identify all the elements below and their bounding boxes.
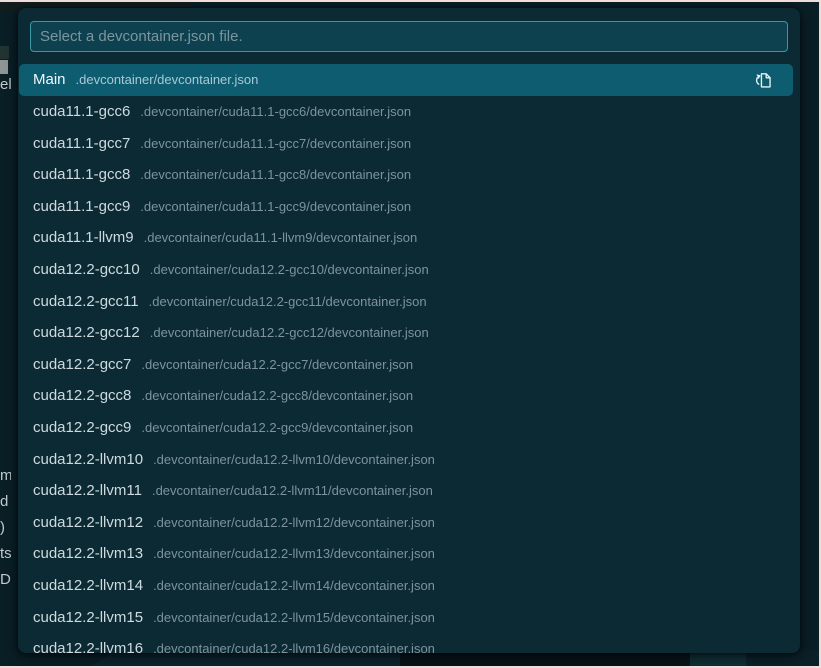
background-editor-text-fragment: D [0, 571, 11, 589]
quickpick-item-label: cuda11.1-llvm9 [33, 222, 134, 254]
quickpick-item-description: .devcontainer/cuda12.2-gcc10/devcontaine… [150, 254, 429, 286]
quickpick-item[interactable]: cuda11.1-llvm9 .devcontainer/cuda11.1-ll… [19, 222, 793, 254]
quickpick-item-description: .devcontainer/cuda12.2-gcc11/devcontaine… [149, 286, 427, 318]
quickpick-item-label: cuda12.2-gcc12 [33, 317, 140, 349]
quickpick-item-description: .devcontainer/cuda11.1-gcc9/devcontainer… [140, 191, 411, 223]
quickpick-item-description: .devcontainer/cuda12.2-gcc9/devcontainer… [141, 412, 413, 444]
quickpick-item[interactable]: cuda12.2-gcc12 .devcontainer/cuda12.2-gc… [19, 317, 793, 349]
background-editor-text-fragment: ts [0, 545, 11, 563]
quickpick-item-label: cuda12.2-gcc10 [33, 254, 140, 286]
quickpick-item[interactable]: cuda12.2-gcc7 .devcontainer/cuda12.2-gcc… [19, 349, 793, 381]
quickpick-input-row [18, 8, 800, 63]
quickpick-item-description: .devcontainer/cuda11.1-gcc6/devcontainer… [140, 96, 411, 128]
quickpick-item-label: cuda12.2-gcc9 [33, 412, 131, 444]
quickpick-item-description: .devcontainer/cuda12.2-llvm11/devcontain… [152, 475, 433, 507]
quickpick-item[interactable]: Main .devcontainer/devcontainer.json [19, 64, 793, 96]
quickpick-item-label: Main [33, 64, 66, 96]
quickpick-item[interactable]: cuda11.1-gcc9 .devcontainer/cuda11.1-gcc… [19, 191, 793, 223]
quickpick-item[interactable]: cuda11.1-gcc8 .devcontainer/cuda11.1-gcc… [19, 159, 793, 191]
quickpick-overlay: Main .devcontainer/devcontainer.json cud… [18, 8, 800, 653]
quickpick-filter-input[interactable] [30, 21, 788, 52]
quickpick-item-description: .devcontainer/cuda11.1-llvm9/devcontaine… [144, 222, 418, 254]
quickpick-item-description: .devcontainer/cuda12.2-gcc7/devcontainer… [141, 349, 413, 381]
quickpick-item-description: .devcontainer/cuda12.2-llvm10/devcontain… [153, 444, 435, 476]
background-editor-text-fragment: d [0, 493, 11, 511]
quickpick-item-description: .devcontainer/cuda11.1-gcc7/devcontainer… [140, 128, 411, 160]
quickpick-item[interactable]: cuda12.2-gcc8 .devcontainer/cuda12.2-gcc… [19, 380, 793, 412]
quickpick-item-description: .devcontainer/cuda12.2-gcc12/devcontaine… [150, 317, 429, 349]
background-editor-text-fragment: el [0, 76, 11, 94]
quickpick-item-label: cuda12.2-llvm13 [33, 538, 143, 570]
quickpick-item[interactable]: cuda12.2-llvm11 .devcontainer/cuda12.2-l… [19, 475, 793, 507]
background-shape [690, 651, 746, 668]
background-editor-fragment-block [0, 60, 8, 74]
quickpick-item-description: .devcontainer/cuda12.2-gcc8/devcontainer… [141, 380, 413, 412]
quickpick-item[interactable]: cuda12.2-llvm15 .devcontainer/cuda12.2-l… [19, 602, 793, 634]
go-to-file-icon[interactable] [751, 68, 775, 92]
quickpick-item[interactable]: cuda12.2-gcc11 .devcontainer/cuda12.2-gc… [19, 286, 793, 318]
quickpick-item-description: .devcontainer/cuda12.2-llvm12/devcontain… [153, 507, 435, 539]
quickpick-item[interactable]: cuda12.2-gcc9 .devcontainer/cuda12.2-gcc… [19, 412, 793, 444]
quickpick-item-description: .devcontainer/cuda12.2-llvm15/devcontain… [153, 602, 435, 634]
quickpick-item-description: .devcontainer/cuda11.1-gcc8/devcontainer… [140, 159, 411, 191]
quickpick-item[interactable]: cuda12.2-gcc10 .devcontainer/cuda12.2-gc… [19, 254, 793, 286]
quickpick-item-label: cuda12.2-llvm14 [33, 570, 143, 602]
quickpick-item-label: cuda12.2-llvm11 [33, 475, 142, 507]
quickpick-item[interactable]: cuda12.2-llvm10 .devcontainer/cuda12.2-l… [19, 444, 793, 476]
background-shape [746, 651, 819, 668]
quickpick-item[interactable]: cuda12.2-llvm16 .devcontainer/cuda12.2-l… [19, 633, 793, 653]
quickpick-item-description: .devcontainer/cuda12.2-llvm16/devcontain… [153, 633, 435, 653]
vscode-window: el m d ) ts D Main .devcontainer/devcont… [0, 0, 821, 668]
background-editor-text-fragment: m [0, 467, 11, 485]
quickpick-item-label: cuda12.2-llvm16 [33, 633, 143, 653]
background-shape [88, 651, 400, 668]
quickpick-item-label: cuda12.2-llvm10 [33, 444, 143, 476]
quickpick-item-label: cuda11.1-gcc7 [33, 128, 130, 160]
quickpick-item-description: .devcontainer/cuda12.2-llvm13/devcontain… [153, 538, 435, 570]
quickpick-item-label: cuda12.2-gcc8 [33, 380, 131, 412]
background-editor-text-fragment: ) [0, 519, 11, 537]
quickpick-list: Main .devcontainer/devcontainer.json cud… [18, 63, 800, 653]
quickpick-item[interactable]: cuda12.2-llvm13 .devcontainer/cuda12.2-l… [19, 538, 793, 570]
quickpick-item-label: cuda12.2-llvm15 [33, 602, 143, 634]
quickpick-item[interactable]: cuda11.1-gcc6 .devcontainer/cuda11.1-gcc… [19, 96, 793, 128]
background-editor-fragment-block [0, 46, 9, 59]
quickpick-item-label: cuda11.1-gcc8 [33, 159, 130, 191]
quickpick-item-description: .devcontainer/devcontainer.json [76, 64, 259, 96]
quickpick-item-label: cuda11.1-gcc6 [33, 96, 130, 128]
quickpick-item[interactable]: cuda12.2-llvm12 .devcontainer/cuda12.2-l… [19, 507, 793, 539]
quickpick-item-label: cuda12.2-gcc7 [33, 349, 131, 381]
quickpick-item[interactable]: cuda11.1-gcc7 .devcontainer/cuda11.1-gcc… [19, 128, 793, 160]
quickpick-item-label: cuda12.2-gcc11 [33, 286, 139, 318]
quickpick-item-label: cuda11.1-gcc9 [33, 191, 130, 223]
quickpick-item-label: cuda12.2-llvm12 [33, 507, 143, 539]
quickpick-item-description: .devcontainer/cuda12.2-llvm14/devcontain… [153, 570, 435, 602]
quickpick-item[interactable]: cuda12.2-llvm14 .devcontainer/cuda12.2-l… [19, 570, 793, 602]
